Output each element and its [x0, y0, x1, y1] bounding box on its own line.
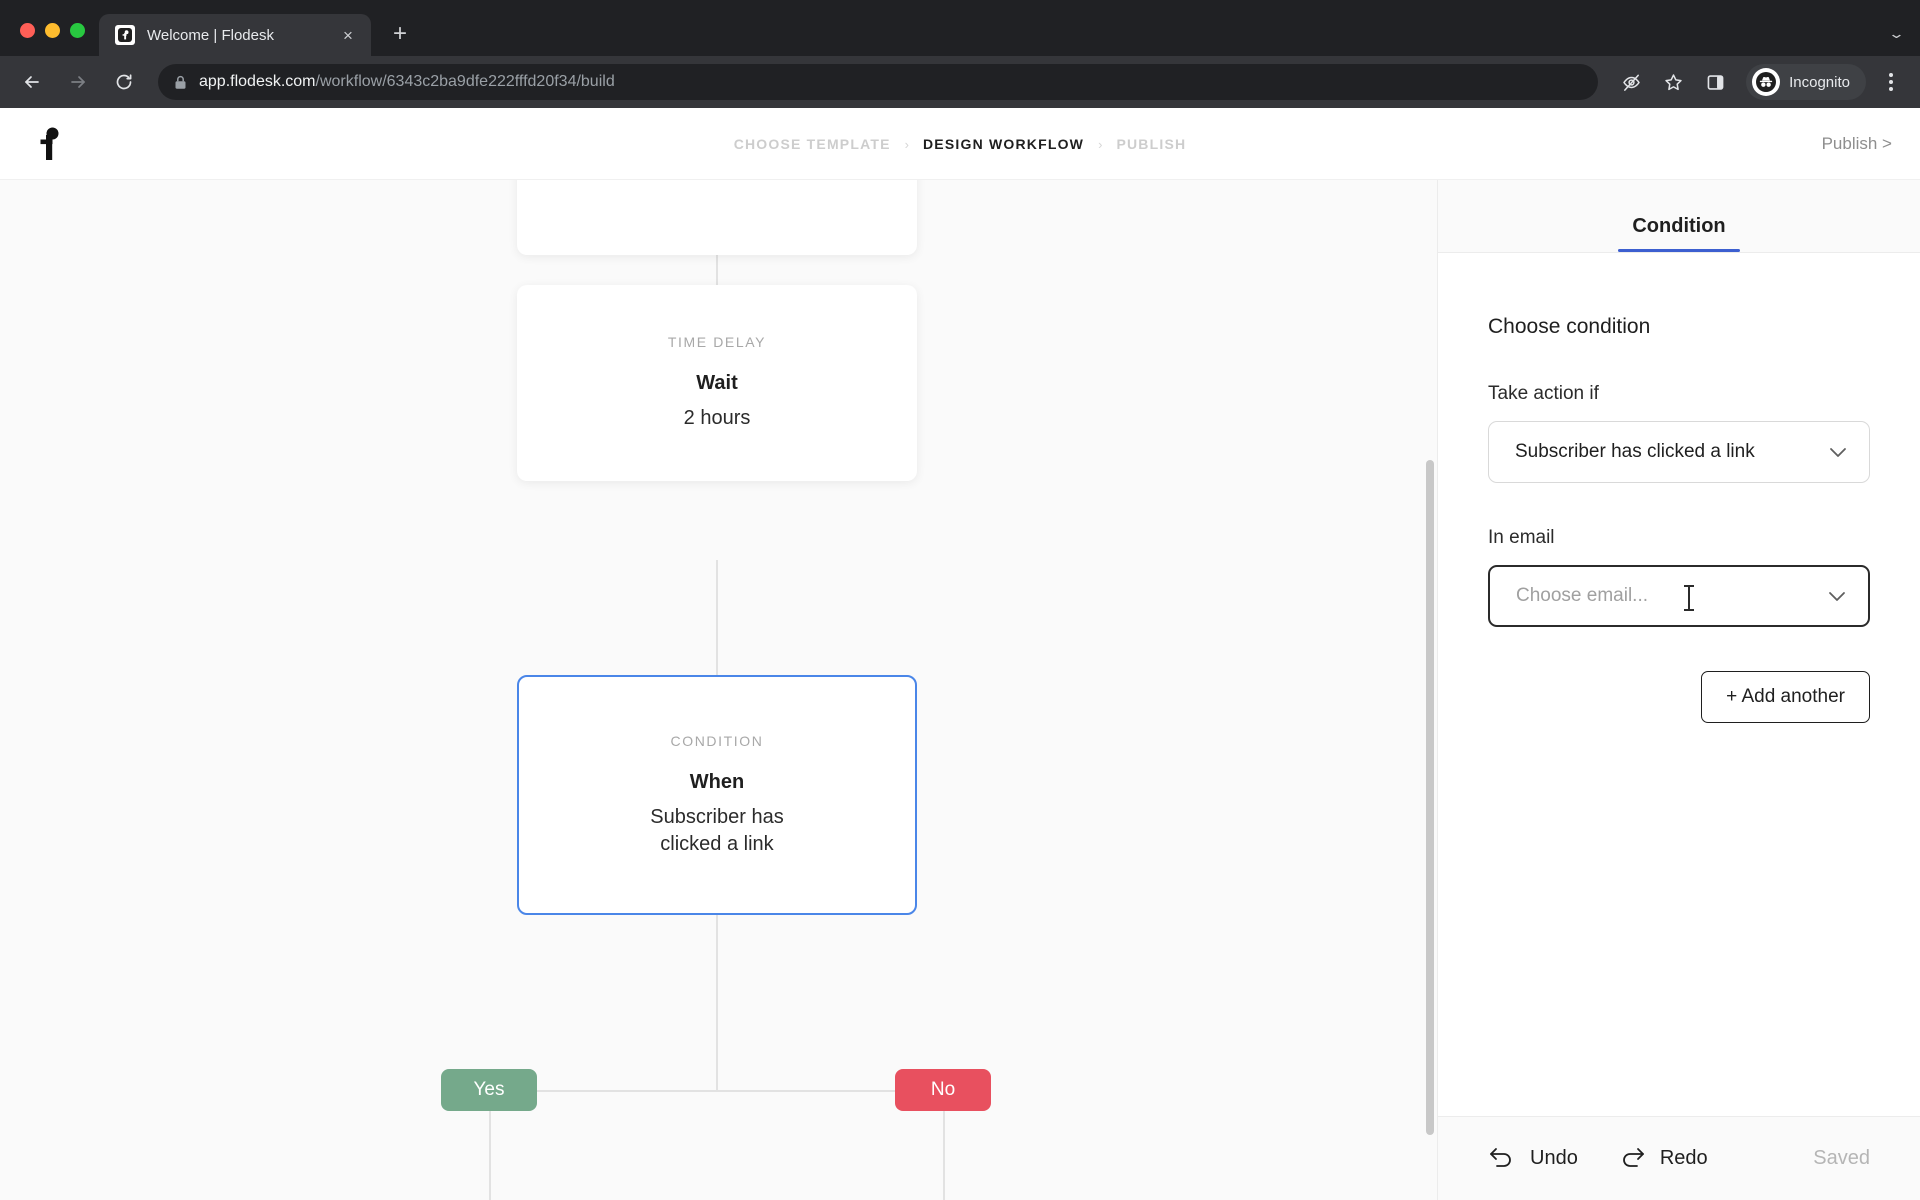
side-panel-icon[interactable]	[1696, 63, 1734, 101]
node-title: Wait	[696, 372, 738, 394]
connector-line	[716, 900, 718, 1092]
profile-chip[interactable]: Incognito	[1746, 64, 1866, 100]
browser-window: Welcome | Flodesk × + ⌄ app.flodesk.com/…	[0, 0, 1920, 1200]
tab-search-chevron-down-icon[interactable]: ⌄	[1888, 26, 1905, 42]
save-status-label: Saved	[1813, 1147, 1870, 1169]
tab-strip: Welcome | Flodesk × + ⌄	[0, 0, 1920, 56]
browser-toolbar: app.flodesk.com/workflow/6343c2ba9dfe222…	[0, 56, 1920, 108]
workflow-node-time-delay[interactable]: TIME DELAY Wait 2 hours	[517, 285, 917, 481]
panel-footer: Undo Redo Saved	[1438, 1116, 1920, 1200]
canvas-vertical-scrollbar[interactable]	[1426, 460, 1434, 1135]
page-viewport: CHOOSE TEMPLATE › DESIGN WORKFLOW › PUBL…	[0, 108, 1920, 1200]
add-another-row: + Add another	[1488, 671, 1870, 723]
kebab-dot	[1889, 80, 1893, 84]
redo-label: Redo	[1659, 1147, 1708, 1169]
redo-icon	[1618, 1145, 1646, 1173]
panel-section-title: Choose condition	[1488, 315, 1651, 338]
condition-settings-panel: Condition Choose condition Take action i…	[1437, 180, 1920, 1200]
node-detail: 2 hours	[683, 407, 751, 429]
close-window-button[interactable]	[20, 23, 35, 38]
publish-link[interactable]: Publish >	[1822, 134, 1892, 154]
incognito-icon	[1752, 68, 1781, 96]
star-icon[interactable]	[1654, 63, 1692, 101]
take-action-if-label: Take action if	[1488, 383, 1599, 404]
branch-badge-yes[interactable]: Yes	[441, 1069, 537, 1111]
chevron-down-icon	[1829, 447, 1847, 458]
window-traffic-lights	[12, 23, 99, 56]
node-title: When	[689, 770, 745, 793]
toolbar-icons	[1612, 63, 1734, 101]
condition-type-select[interactable]: Subscriber has clicked a link	[1488, 421, 1870, 483]
breadcrumb-publish[interactable]: PUBLISH	[1116, 136, 1186, 152]
connector-line	[716, 560, 718, 675]
breadcrumb-design-workflow[interactable]: DESIGN WORKFLOW	[923, 136, 1084, 152]
condition-type-value: Subscriber has clicked a link	[1515, 441, 1755, 462]
address-bar[interactable]: app.flodesk.com/workflow/6343c2ba9dfe222…	[158, 64, 1599, 100]
kebab-menu-icon[interactable]	[1874, 63, 1908, 101]
url-text: app.flodesk.com/workflow/6343c2ba9dfe222…	[199, 73, 615, 91]
close-tab-icon[interactable]: ×	[337, 24, 359, 46]
eye-off-icon[interactable]	[1612, 63, 1650, 101]
panel-tab-bar: Condition	[1438, 180, 1920, 253]
node-kind-label: TIME DELAY	[667, 334, 767, 350]
browser-tab[interactable]: Welcome | Flodesk ×	[99, 14, 371, 56]
node-kind-label: CONDITION	[670, 732, 764, 749]
workflow-node-partial[interactable]	[517, 180, 917, 255]
undo-button[interactable]: Undo	[1488, 1145, 1578, 1173]
text-cursor-icon	[1684, 585, 1694, 611]
breadcrumb-choose-template[interactable]: CHOOSE TEMPLATE	[734, 136, 891, 152]
breadcrumb-separator: ›	[904, 136, 909, 152]
workflow-canvas[interactable]: TIME DELAY Wait 2 hours CONDITION When S…	[0, 180, 1437, 1200]
app-header: CHOOSE TEMPLATE › DESIGN WORKFLOW › PUBL…	[0, 108, 1920, 180]
maximize-window-button[interactable]	[70, 23, 85, 38]
new-tab-button[interactable]: +	[383, 17, 417, 51]
tab-condition[interactable]: Condition	[1614, 215, 1743, 252]
breadcrumb-separator: ›	[1098, 136, 1103, 152]
email-select-placeholder: Choose email...	[1516, 585, 1649, 606]
forward-button[interactable]	[58, 62, 98, 102]
breadcrumb: CHOOSE TEMPLATE › DESIGN WORKFLOW › PUBL…	[0, 108, 1920, 180]
in-email-label: In email	[1488, 527, 1555, 548]
chevron-down-icon	[1828, 591, 1846, 602]
undo-icon	[1488, 1145, 1516, 1173]
flodesk-logo[interactable]	[28, 126, 72, 162]
profile-label: Incognito	[1789, 73, 1850, 91]
redo-button[interactable]: Redo	[1618, 1145, 1708, 1173]
tab-title: Welcome | Flodesk	[147, 26, 274, 44]
kebab-dot	[1889, 87, 1893, 91]
lock-icon	[174, 75, 187, 90]
undo-label: Undo	[1530, 1147, 1578, 1169]
workflow-node-condition[interactable]: CONDITION When Subscriber has clicked a …	[517, 675, 917, 915]
kebab-dot	[1889, 73, 1893, 77]
minimize-window-button[interactable]	[45, 23, 60, 38]
panel-body: Choose condition Take action if Subscrib…	[1438, 253, 1920, 1116]
add-another-button[interactable]: + Add another	[1701, 671, 1870, 723]
node-detail: Subscriber has clicked a link	[650, 805, 784, 855]
connector-line	[489, 1090, 944, 1092]
workspace: TIME DELAY Wait 2 hours CONDITION When S…	[0, 180, 1920, 1200]
url-path: /workflow/6343c2ba9dfe222fffd20f34/build	[315, 73, 615, 90]
branch-badge-no[interactable]: No	[895, 1069, 991, 1111]
reload-button[interactable]	[104, 62, 144, 102]
email-select[interactable]: Choose email...	[1488, 565, 1870, 627]
url-host: app.flodesk.com	[199, 73, 316, 90]
flodesk-favicon	[115, 25, 135, 45]
back-button[interactable]	[12, 62, 52, 102]
